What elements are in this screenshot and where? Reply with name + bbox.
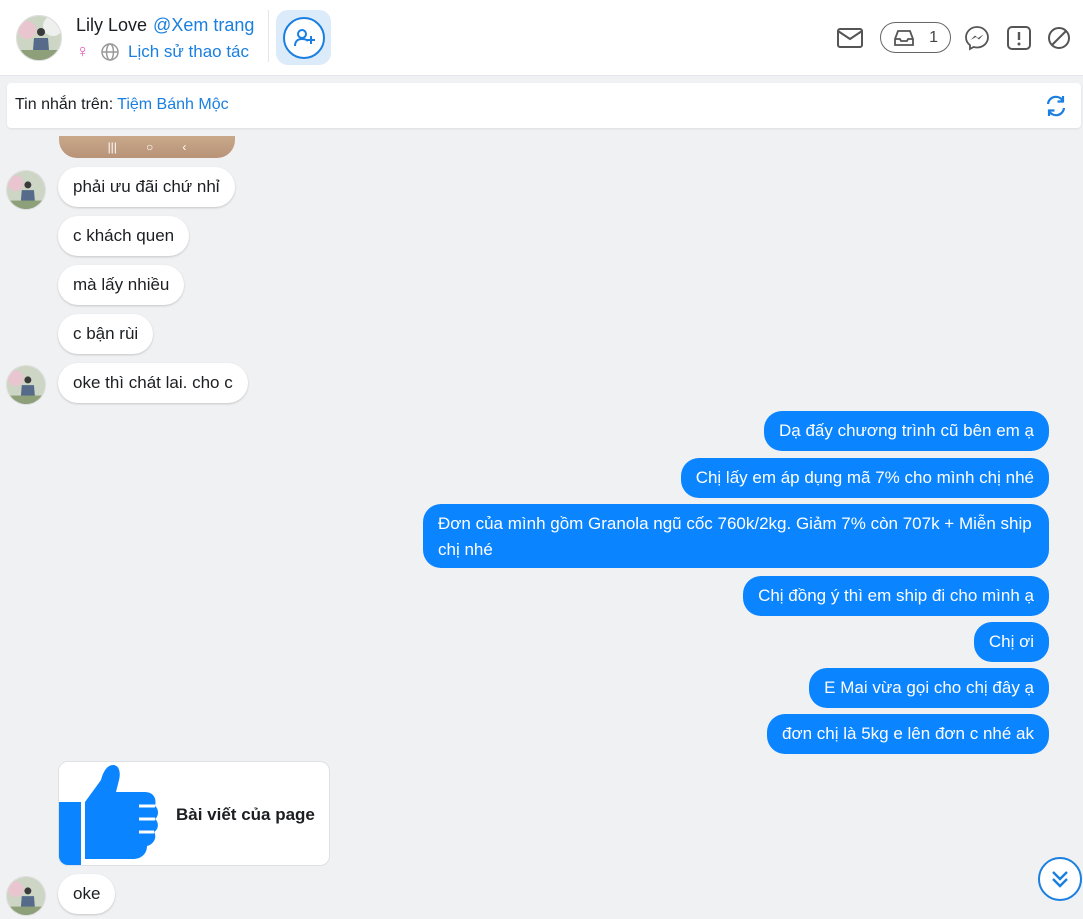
inbox-icon	[894, 29, 914, 46]
outgoing-message[interactable]: Đơn của mình gồm Granola ngũ cốc 760k/2k…	[423, 504, 1049, 568]
globe-icon	[101, 42, 119, 61]
avatar	[6, 170, 46, 210]
conversation-header: Lily Love @Xem trang ♀ Lịch sử thao tác 1	[0, 0, 1083, 76]
page-info-bar: Tin nhắn trên: Tiệm Bánh Mộc	[7, 83, 1081, 128]
outgoing-message[interactable]: đơn chị là 5kg e lên đơn c nhé ak	[767, 714, 1049, 754]
outgoing-message[interactable]: Chị đồng ý thì em ship đi cho mình ạ	[743, 576, 1049, 616]
page-name-link[interactable]: Tiệm Bánh Mộc	[117, 96, 228, 113]
double-chevron-down-icon	[1052, 871, 1068, 888]
thumbs-up-icon	[59, 762, 164, 865]
message-list[interactable]: ||| ○ ‹ phải ưu đãi chứ nhỉ c khách quen…	[0, 128, 1083, 919]
view-page-link[interactable]: @Xem trang	[153, 15, 254, 35]
avatar	[6, 876, 46, 916]
inbox-count: 1	[929, 28, 938, 46]
outgoing-message[interactable]: Dạ đấy chương trình cũ bên em ạ	[764, 411, 1049, 451]
shared-post-card[interactable]: Bài viết của page	[58, 761, 330, 866]
female-icon: ♀	[76, 41, 90, 61]
customer-meta: ♀ Lịch sử thao tác	[76, 41, 249, 62]
add-user-icon	[293, 28, 315, 46]
post-card-title: Bài viết của page	[176, 805, 315, 824]
avatar	[6, 365, 46, 405]
incoming-message[interactable]: c khách quen	[58, 216, 190, 256]
block-icon[interactable]	[1046, 25, 1072, 51]
refresh-icon[interactable]	[1045, 95, 1067, 117]
image-attachment-partial[interactable]: ||| ○ ‹	[59, 136, 235, 158]
outgoing-message[interactable]: Chị lấy em áp dụng mã 7% cho mình chị nh…	[680, 458, 1049, 498]
page-info-prefix: Tin nhắn trên:	[15, 96, 114, 113]
incoming-message[interactable]: oke	[58, 874, 116, 914]
incoming-message[interactable]: c bận rùi	[58, 314, 154, 354]
outgoing-message[interactable]: E Mai vừa gọi cho chị đây ạ	[809, 668, 1049, 708]
outgoing-message[interactable]: Chị ơi	[973, 622, 1049, 662]
messenger-icon[interactable]	[964, 25, 990, 51]
customer-avatar[interactable]	[16, 15, 62, 61]
scroll-to-bottom-button[interactable]	[1038, 857, 1082, 901]
add-friend-button[interactable]	[276, 10, 331, 65]
nav-bar-home-icon: ○	[146, 140, 154, 154]
incoming-message[interactable]: oke thì chát lai. cho c	[58, 363, 248, 403]
inbox-count-button[interactable]: 1	[880, 22, 951, 53]
nav-bar-lines-icon: |||	[107, 140, 117, 154]
report-icon[interactable]	[1006, 25, 1032, 51]
incoming-message[interactable]: mà lấy nhiều	[58, 265, 185, 305]
history-link[interactable]: Lịch sử thao tác	[128, 42, 249, 62]
incoming-message[interactable]: phải ưu đãi chứ nhỉ	[58, 167, 235, 207]
customer-name-line: Lily Love @Xem trang	[76, 15, 254, 36]
header-divider	[268, 10, 269, 62]
page-info-label: Tin nhắn trên: Tiệm Bánh Mộc	[15, 96, 229, 114]
customer-name: Lily Love	[76, 15, 148, 35]
nav-bar-back-icon: ‹	[182, 140, 187, 154]
mail-icon[interactable]	[837, 25, 863, 51]
